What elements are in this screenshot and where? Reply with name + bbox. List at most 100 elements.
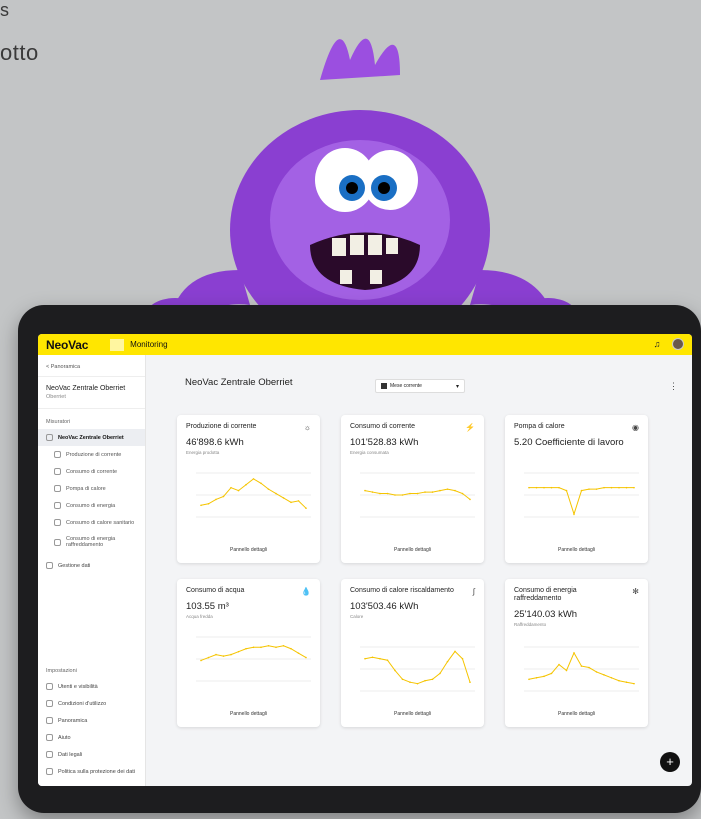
data-point [215, 653, 217, 656]
card-title: Consumo di energia raffreddamento [514, 587, 577, 602]
card-subtitle: Energia prodotta [186, 450, 220, 455]
sidebar-item[interactable]: Consumo di calore sanitario [38, 514, 145, 531]
sidebar-item[interactable]: Produzione di corrente [38, 446, 145, 463]
sidebar-item-label: Consumo di energia [66, 502, 116, 509]
data-point [282, 645, 285, 647]
card-title: Consumo di corrente [350, 423, 415, 430]
data-point [215, 498, 217, 501]
data-point [573, 513, 575, 515]
back-link[interactable]: < Panoramica [38, 355, 145, 377]
sidebar-item-label: Dati legali [58, 751, 83, 758]
card-subtitle: Acqua fredda [186, 614, 213, 619]
card-title: Consumo di calore riscaldamento [350, 587, 454, 594]
data-point [409, 492, 411, 495]
data-point [633, 486, 635, 489]
card-value: 46'898.6 kWh [186, 437, 244, 448]
menu-icon[interactable] [110, 338, 125, 351]
sidebar-settings-item[interactable]: Condizioni d'utilizzo [38, 695, 145, 712]
details-link[interactable]: Pannello dettagli [177, 547, 320, 553]
add-button[interactable]: + [660, 752, 680, 772]
meter-card[interactable]: Consumo di acqua 💧 103.55 m³ Acqua fredd… [177, 579, 320, 727]
data-point [207, 656, 210, 659]
thermo-icon: ∫ [472, 587, 475, 596]
data-point [565, 489, 568, 492]
data-point [558, 663, 560, 666]
corner-dot: s [0, 0, 9, 20]
sidebar-settings-item[interactable]: Aiuto [38, 729, 145, 746]
data-point [603, 486, 605, 489]
data-point [416, 492, 419, 495]
sidebar-item-label: Politica sulla protezione dei dati [58, 768, 136, 775]
data-point [379, 492, 381, 495]
data-point [207, 503, 210, 505]
database-icon [46, 562, 53, 569]
data-point [260, 646, 262, 649]
data-point [297, 652, 300, 654]
sidebar-item-data[interactable]: Gestione dati [38, 557, 145, 574]
details-link[interactable]: Pannello dettagli [177, 711, 320, 717]
data-point [230, 486, 232, 489]
users-icon [46, 683, 53, 690]
data-point [446, 660, 449, 663]
data-point [394, 669, 396, 672]
more-menu-icon[interactable]: ⋮ [669, 381, 678, 392]
data-point [573, 652, 575, 654]
card-value: 103.55 m³ [186, 601, 229, 612]
card-title: Consumo di acqua [186, 587, 245, 594]
data-point [409, 681, 411, 683]
sidebar-settings-item[interactable]: Politica sulla protezione dei dati [38, 763, 145, 780]
details-link[interactable]: Pannello dettagli [505, 711, 648, 717]
sidebar-item[interactable]: Pompa di calore [38, 480, 145, 497]
doc-icon [46, 700, 53, 707]
meter-card[interactable]: Produzione di corrente ☼ 46'898.6 kWh En… [177, 415, 320, 563]
details-link[interactable]: Pannello dettagli [341, 711, 484, 717]
details-link[interactable]: Pannello dettagli [341, 547, 484, 553]
meter-card[interactable]: Consumo di calore riscaldamento ∫ 103'50… [341, 579, 484, 727]
neovac-logo[interactable]: NeoVac [46, 338, 88, 352]
sidebar-item[interactable]: Consumo di energia raffreddamento [38, 531, 145, 553]
data-point [364, 657, 366, 660]
sidebar-item-label: NeoVac Zentrale Oberriet [58, 434, 124, 441]
period-filter[interactable]: Mese corrente ▾ [375, 379, 465, 393]
data-point [282, 497, 285, 499]
building-icon [46, 434, 53, 441]
meter-card[interactable]: Consumo di corrente ⚡ 101'528.83 kWh Ene… [341, 415, 484, 563]
meter-card[interactable]: Consumo di energia raffreddamento ✻ 25'1… [505, 579, 648, 727]
sidebar-item[interactable]: Consumo di energia [38, 497, 145, 514]
avatar[interactable] [672, 338, 684, 350]
data-point [446, 488, 449, 490]
heat-icon: ◉ [632, 423, 639, 432]
data-point [305, 507, 307, 509]
data-point [290, 647, 292, 650]
card-value: 25'140.03 kWh [514, 609, 578, 620]
data-point [200, 659, 202, 662]
bell-icon[interactable]: ♫ [652, 339, 662, 349]
details-link[interactable]: Pannello dettagli [505, 547, 648, 553]
data-point [386, 492, 389, 495]
sidebar-item-label: Utenti e visibilità [58, 683, 98, 690]
data-point [469, 498, 471, 501]
data-point [588, 666, 590, 669]
sidebar-item[interactable]: NeoVac Zentrale Oberriet [38, 429, 145, 446]
data-point [454, 650, 456, 653]
data-point [245, 647, 247, 650]
data-point [603, 674, 605, 676]
data-point [416, 682, 419, 685]
data-point [454, 489, 456, 492]
meter-card[interactable]: Pompa di calore ◉ 5.20 Coefficiente di l… [505, 415, 648, 563]
data-point [595, 671, 598, 673]
sidebar-settings-item[interactable]: Panoramica [38, 712, 145, 729]
data-point [469, 681, 471, 683]
card-subtitle: Raffreddamento [514, 622, 547, 627]
data-point [371, 656, 374, 659]
card-title: Pompa di calore [514, 423, 565, 430]
sidebar-item[interactable]: Consumo di corrente [38, 463, 145, 480]
data-point [275, 492, 277, 495]
sun-icon [54, 451, 61, 458]
sidebar-settings-item[interactable]: Utenti e visibilità [38, 678, 145, 695]
drop-icon [54, 519, 61, 526]
data-point [431, 491, 434, 493]
data-point [610, 677, 613, 679]
sidebar-settings-item[interactable]: Dati legali [38, 746, 145, 763]
data-point [550, 486, 553, 489]
